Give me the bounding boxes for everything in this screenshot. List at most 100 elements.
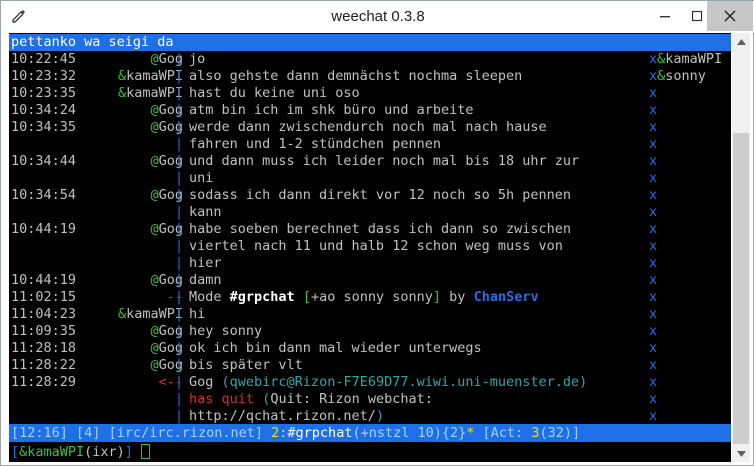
timestamp: 11:28:18 [11,340,77,356]
chat-line: 11:09:35 @Gog | hey sonny [9,323,649,340]
status-buffer-count: [4] [76,425,101,441]
nicklist-filler: x [649,272,658,288]
chat-line-continuation: | viertel nach 11 und halb 12 schon weg m… [9,238,649,255]
separator: | [175,374,184,390]
chat-line: 11:28:18 @Gog | ok ich bin dann mal wieder … [9,340,649,357]
timestamp: 10:44:19 [11,272,77,288]
status-activity-close: ] [571,425,581,441]
chat-line-continuation: | fahren und 1-2 stündchen pennen [9,136,649,153]
message-text: und dann muss ich leider noch mal bis 18… [189,153,580,169]
chevron-up-icon [736,38,746,45]
text-cursor[interactable] [141,444,151,459]
separator: | [175,153,184,169]
timestamp: 11:04:23 [11,306,77,322]
timestamp: 11:28:29 [11,374,77,390]
vertical-scrollbar[interactable] [732,33,750,462]
timestamp: 10:34:44 [11,153,77,169]
status-activity-label: [Act: [482,425,524,441]
separator: | [175,187,184,203]
timestamp: 10:34:35 [11,119,77,135]
window-title: weechat 0.3.8 [331,8,425,25]
chat-line: 10:44:19 @Gog | habe soeben berechnet dass … [9,221,649,238]
scroll-down-button[interactable] [732,445,750,462]
nicklist-item[interactable]: x&kamaWPI [649,51,731,68]
quit-message: Gog (qwebirc@Rizon-F7E69D77.wiwi.uni-mue… [189,374,588,390]
timestamp: 10:44:19 [11,221,77,237]
nicklist-filler: x [649,102,658,118]
quit-reason: has quit (Quit: Rizon webchat: [189,391,433,407]
terminal-area[interactable]: pettanko wa seigi da 10:22:45 @Gog | jo 10:… [9,33,731,462]
quit-line-continuation: | http://qchat.rizon.net/) [9,408,649,425]
chat-line: 11:28:22 @Gog | bis später vlt [9,357,649,374]
timestamp: 10:34:24 [11,102,77,118]
message-text: hier [189,255,222,271]
input-line[interactable]: [&kamaWPI(ixr)] [9,443,731,461]
title-bar[interactable]: weechat 0.3.8 [1,1,754,33]
nick-list[interactable]: x&kamaWPI x&sonny x x x x x x x x x x x … [649,51,731,425]
message-text: habe soeben berechnet dass ich dann so z… [189,221,572,237]
message-text: hast du keine uni oso [189,85,360,101]
chat-line-continuation: | hier [9,255,649,272]
nicklist-filler: x [649,238,658,254]
nicklist-filler: x [649,170,658,186]
timestamp: 11:09:35 [11,323,77,339]
scrollbar-thumb[interactable] [733,133,749,444]
maximize-icon [691,10,703,22]
chat-buffer[interactable]: 10:22:45 @Gog | jo 10:23:32 &kamaWPI | also ge… [9,51,649,425]
nicklist-filler: x [649,153,658,169]
nicklist-filler: x [649,255,658,271]
status-buffer-number: 2: [271,425,288,441]
nicklist-filler: x [649,306,658,322]
nicklist-filler: x [649,187,658,203]
nicklist-filler: x [649,204,658,220]
status-modes: (+nstzl 10) [352,425,442,441]
message-text: sodass ich dann direkt vor 12 noch so 5h… [189,187,572,203]
message-text: fahren und 1-2 stündchen pennen [189,136,441,152]
close-button[interactable] [707,1,753,31]
separator: | [175,306,184,322]
message-text: atm bin ich im shk büro und arbeite [189,102,474,118]
separator: | [175,340,184,356]
minimize-button[interactable] [650,1,680,31]
chat-line: 10:34:54 @Gog | sodass ich dann direkt vor … [9,187,649,204]
separator: | [175,204,184,220]
nicklist-filler: x [649,408,658,424]
chat-line: 11:04:23 &kamaWPI | hi [9,306,649,323]
chat-line: 10:34:44 @Gog | und dann muss ich leider no… [9,153,649,170]
status-time: [12:16] [11,425,68,441]
separator: | [175,323,184,339]
separator: | [175,255,184,271]
nicklist-filler: x [649,289,658,305]
separator: | [175,391,184,407]
nicklist-filler: x [649,391,658,407]
message-text: ok ich bin dann mal wieder unterwegs [189,340,482,356]
message-text: bis später vlt [189,357,303,373]
message-text: hi [189,306,206,322]
chat-line: 10:34:35 @Gog | werde dann zwischendurch no… [9,119,649,136]
status-star: * [466,425,475,441]
chat-line-continuation: | uni [9,170,649,187]
nicklist-filler: x [649,221,658,237]
separator: | [175,136,184,152]
scroll-up-button[interactable] [732,33,750,50]
timestamp: 10:22:45 [11,51,77,67]
nicklist-filler: x [649,323,658,339]
quit-url[interactable]: http://qchat.rizon.net/) [189,408,384,425]
topic-bar: pettanko wa seigi da [9,34,731,51]
nicklist-item[interactable]: x&sonny [649,68,731,85]
chat-line-continuation: | kann [9,204,649,221]
message-text: viertel nach 11 und halb 12 schon weg mu… [189,238,563,254]
message-text: kann [189,204,222,220]
separator: | [175,51,184,67]
separator: | [175,221,184,237]
timestamp: 10:23:32 [11,68,77,84]
separator: | [175,170,184,186]
nicklist-filler: x [649,340,658,356]
separator: | [175,85,184,101]
chat-line: 10:23:32 &kamaWPI | also gehste dann demnäc… [9,68,649,85]
message-text: werde dann zwischendurch noch mal nach h… [189,119,547,135]
quit-line: 11:28:29 <-- | Gog (qwebirc@Rizon-F7E69D77.… [9,374,649,391]
message-text: damn [189,272,222,288]
timestamp: 10:34:54 [11,187,77,203]
separator: | [175,289,184,305]
